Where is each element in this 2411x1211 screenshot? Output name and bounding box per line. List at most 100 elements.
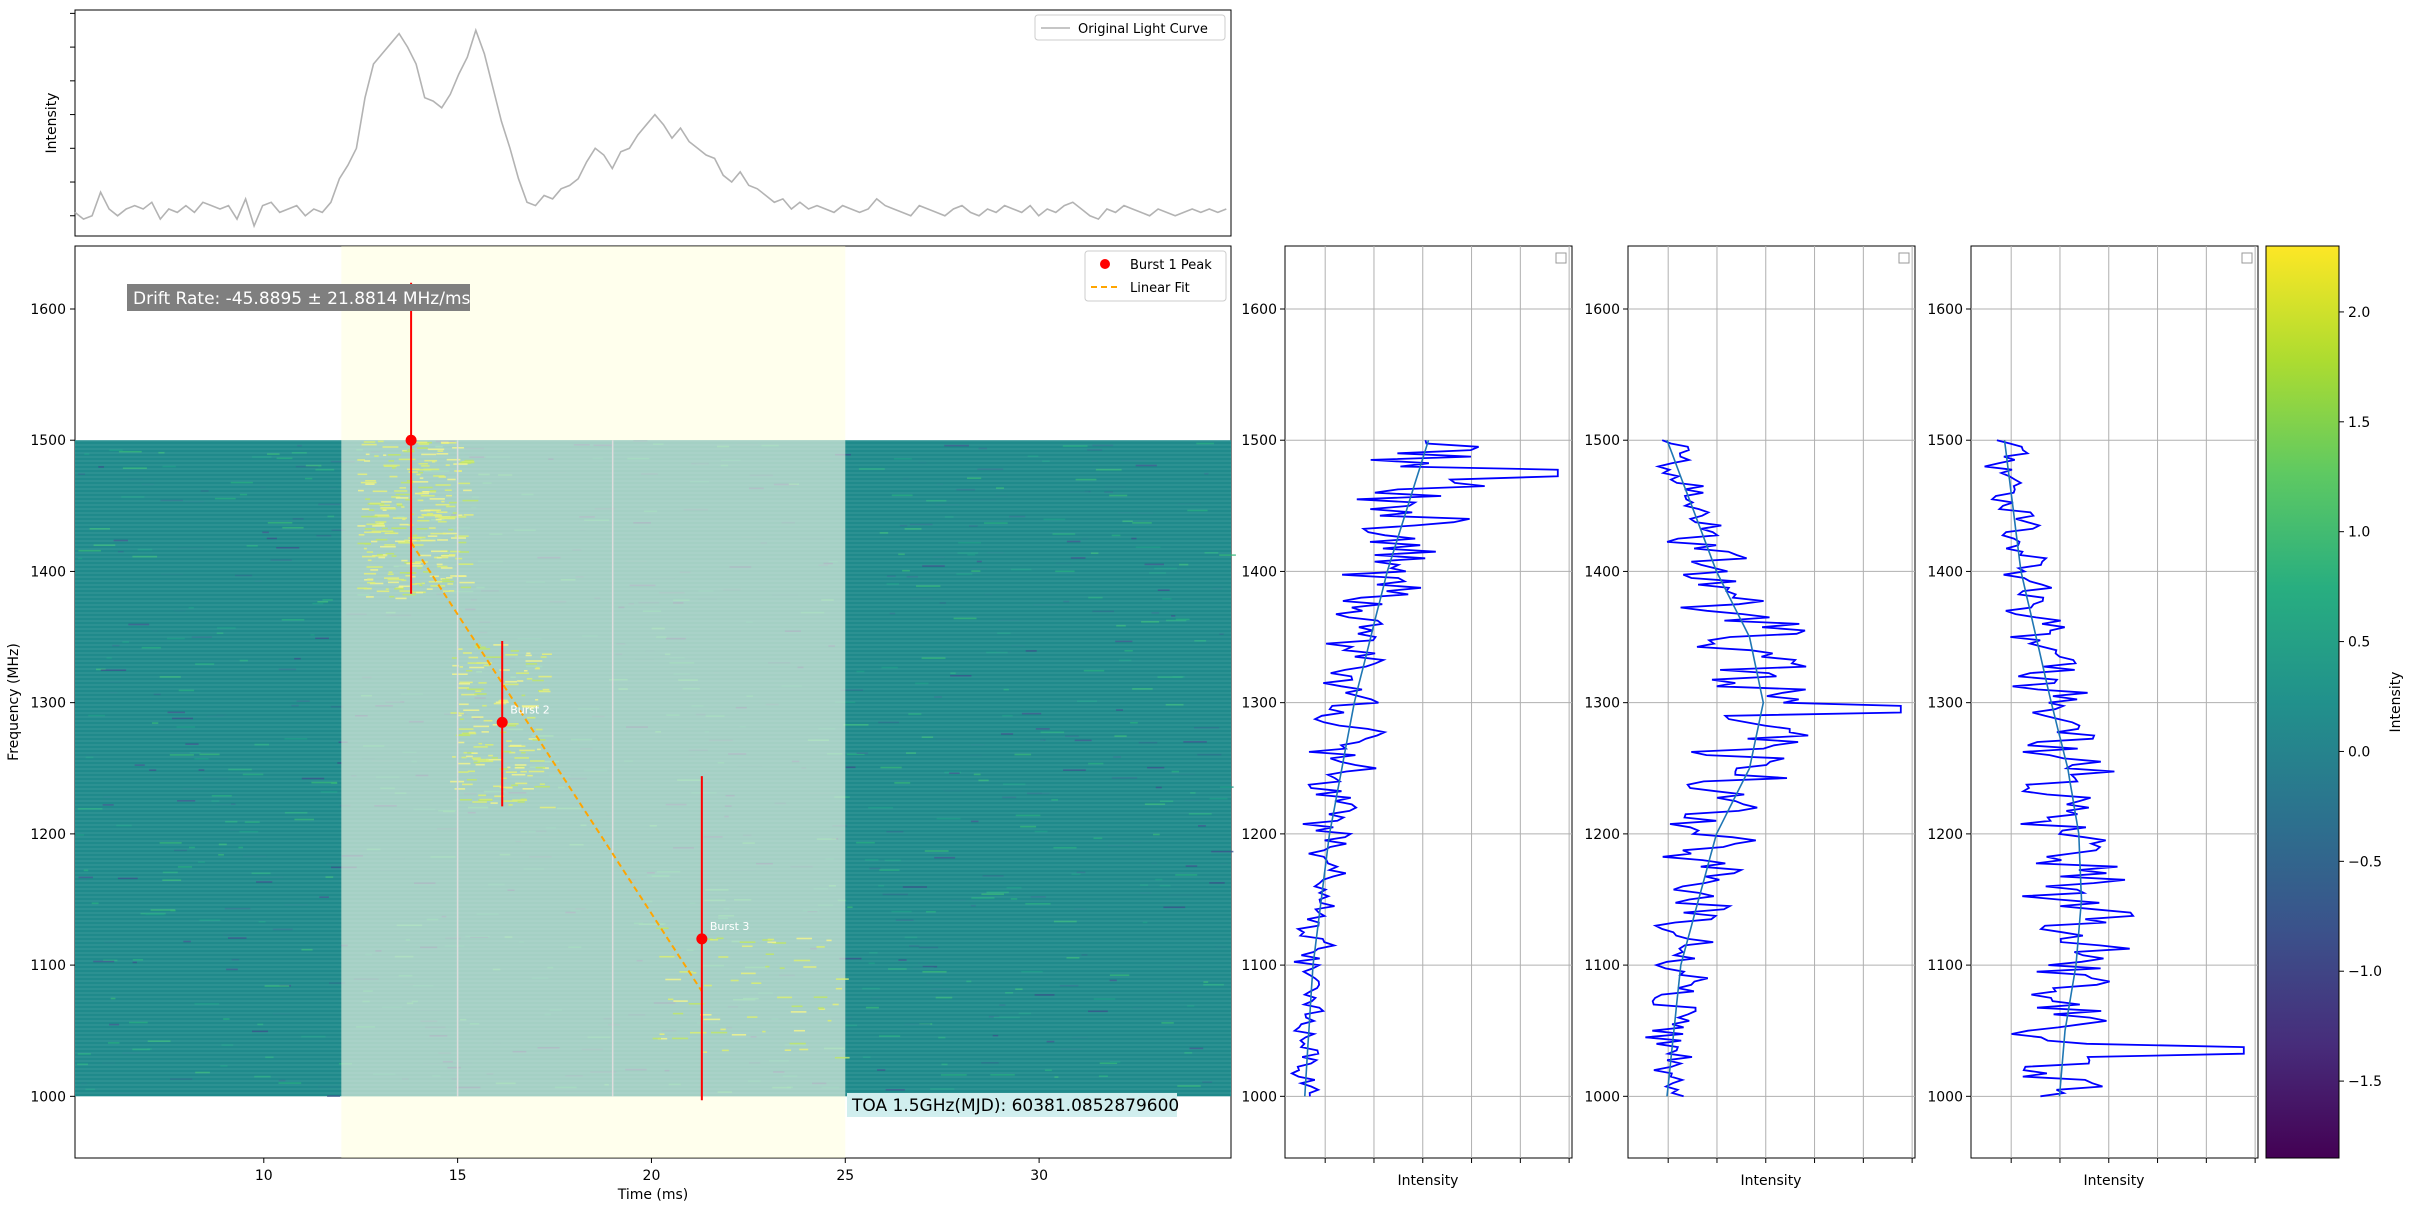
burst-emission-cell	[472, 801, 487, 803]
burst-emission-cell	[395, 597, 407, 600]
burst-emission-cell	[784, 1049, 792, 1051]
burst-emission-cell	[384, 544, 396, 546]
burst-emission-cell	[827, 1019, 832, 1022]
burst-emission-cell	[468, 656, 479, 659]
burst-peak-marker	[405, 434, 417, 446]
figure: Intensity Original Light Curve 10 15 20 25 3…	[6, 9, 2404, 1203]
burst-emission-cell	[535, 728, 543, 731]
burst-emission-cell	[421, 453, 437, 456]
burst-emission-cell	[381, 501, 392, 503]
spectrum-1-axes	[1284, 245, 1573, 1159]
burst-emission-cell	[530, 760, 545, 762]
legend-burst-peak-label: Burst 1 Peak	[1130, 258, 1212, 273]
burst-emission-cell	[483, 719, 493, 722]
burst-emission-cell	[461, 693, 477, 696]
burst-emission-cell	[799, 1048, 809, 1051]
x-tick-label: 10	[255, 1168, 273, 1184]
colorbar-label: Intensity	[2388, 672, 2404, 733]
light-curve-ylabel: Intensity	[44, 93, 60, 154]
burst-emission-cell	[527, 774, 533, 777]
spectrum-panel-1: 1000 1100 1200 1300 1400 1500 1600 Intensity	[1241, 245, 1573, 1189]
spectrum-y-tick-label: 1000	[1241, 1089, 1277, 1105]
burst-emission-cell	[366, 551, 374, 553]
y-tick-label: 1100	[30, 958, 66, 974]
burst-emission-cell	[388, 581, 399, 584]
burst-emission-cell	[473, 758, 489, 761]
burst-emission-cell	[364, 531, 381, 534]
x-tick-label: 15	[449, 1168, 467, 1184]
burst-emission-cell	[450, 550, 461, 553]
burst-emission-cell	[396, 503, 402, 505]
y-tick-label: 1500	[30, 433, 66, 449]
burst-emission-cell	[493, 644, 509, 646]
burst-emission-cell	[524, 670, 528, 672]
spectrum-y-tick-label: 1400	[1927, 564, 1963, 580]
burst-emission-cell	[366, 566, 383, 568]
burst-emission-cell	[452, 657, 458, 659]
burst-emission-cell	[436, 563, 443, 566]
burst-emission-cell	[478, 648, 491, 650]
burst-emission-cell	[832, 1003, 839, 1006]
burst-emission-cell	[539, 783, 545, 785]
burst-emission-cell	[365, 483, 375, 485]
burst-emission-cell	[762, 1030, 766, 1033]
burst-emission-cell	[511, 784, 518, 787]
burst-emission-cell	[446, 505, 456, 508]
burst-emission-cell	[535, 766, 546, 769]
burst-emission-cell	[515, 782, 528, 785]
burst-emission-cell	[506, 740, 512, 742]
burst-emission-cell	[665, 978, 682, 981]
drift-rate-annotation: Drift Rate: -45.8895 ± 21.8814 MHz/ms	[127, 284, 471, 311]
burst-emission-cell	[452, 512, 457, 514]
burst-emission-cell	[435, 484, 451, 486]
burst-emission-cell	[466, 755, 473, 758]
burst-emission-cell	[514, 767, 525, 769]
burst-emission-cell	[412, 536, 426, 539]
burst-emission-cell	[462, 652, 472, 654]
burst-emission-cell	[514, 764, 527, 766]
burst-emission-cell	[516, 672, 529, 674]
burst-emission-cell	[659, 1033, 665, 1035]
burst-emission-cell	[431, 550, 448, 553]
burst-emission-cell	[361, 515, 378, 518]
legend-linear-fit-label: Linear Fit	[1130, 281, 1190, 296]
burst-emission-cell	[488, 754, 493, 757]
burst-emission-cell	[415, 561, 428, 563]
burst-emission-cell	[474, 693, 487, 695]
colorbar: 2.0 1.5 1.0 0.5 0.0 −0.5 −1.0 −1.5 Intensity	[2265, 245, 2404, 1159]
burst-emission-cell	[421, 465, 430, 467]
spectrum-y-tick-label: 1600	[1584, 302, 1620, 318]
burst-emission-cell	[813, 996, 828, 998]
burst-emission-cell	[539, 806, 556, 809]
burst-emission-cell	[510, 650, 519, 652]
burst-emission-cell	[835, 987, 843, 990]
burst-emission-cell	[389, 475, 398, 478]
burst-emission-cell	[528, 770, 545, 773]
burst-emission-cell	[452, 756, 456, 758]
burst-emission-cell	[514, 757, 529, 759]
light-curve-y-ticks	[70, 12, 75, 217]
burst-emission-cell	[461, 756, 467, 759]
burst-emission-cell	[539, 690, 551, 693]
x-tick-label: 20	[643, 1168, 661, 1184]
colorbar-tick-label: −0.5	[2348, 854, 2382, 870]
burst-emission-cell	[363, 547, 367, 550]
burst-emission-cell	[367, 578, 374, 581]
spectrum-y-tick-label: 1100	[1241, 958, 1277, 974]
burst-emission-cell	[505, 680, 517, 683]
burst-emission-cell	[436, 511, 448, 513]
burst-emission-cell	[505, 654, 518, 656]
burst-emission-cell	[721, 1049, 729, 1052]
burst-emission-cell	[446, 577, 453, 579]
burst-emission-cell	[471, 716, 484, 718]
burst-emission-cell	[460, 461, 475, 464]
burst-emission-cell	[369, 502, 381, 505]
burst-emission-cell	[420, 495, 435, 497]
burst-emission-cell	[519, 749, 535, 752]
burst-emission-cell	[542, 688, 550, 691]
burst-emission-cell	[417, 492, 423, 495]
burst-emission-cell	[463, 751, 467, 754]
spectrum-y-tick-label: 1300	[1584, 696, 1620, 712]
burst-emission-cell	[473, 761, 480, 764]
burst-emission-cell	[357, 587, 368, 590]
